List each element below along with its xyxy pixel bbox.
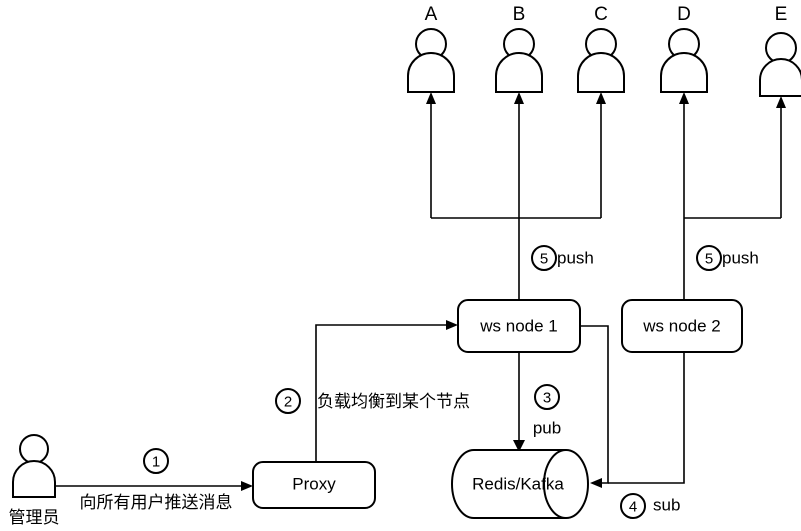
ws-node-2-label: ws node 2 <box>642 316 721 335</box>
connector-admin-to-proxy <box>55 481 253 491</box>
sub-path-node1 <box>580 325 609 484</box>
step-label-push-left: push <box>557 248 594 267</box>
step-marker-2: 2 负载均衡到某个节点 <box>275 388 470 414</box>
user-actor-e: E <box>759 4 801 97</box>
node-box-ws-node-2[interactable]: ws node 2 <box>621 299 743 353</box>
arrowhead-to-user-a <box>426 92 436 104</box>
user-label-a: A <box>425 4 438 25</box>
admin-head-icon <box>19 434 49 464</box>
arrowhead-to-user-e <box>776 96 786 108</box>
user-actor-a: A <box>407 4 455 93</box>
arrowhead-to-proxy <box>241 481 253 491</box>
arrowhead-to-user-c <box>596 92 606 104</box>
step-marker-3: 3 pub <box>533 384 561 437</box>
user-actor-d: D <box>660 4 708 93</box>
push-connector-node1-to-users <box>426 92 606 300</box>
arrowhead-to-ws-node-1 <box>446 320 458 330</box>
user-body-icon-d <box>660 52 708 93</box>
arrowhead-to-user-b <box>514 92 524 104</box>
user-body-icon-e <box>759 58 801 97</box>
user-label-c: C <box>594 4 608 25</box>
step-marker-1: 1 向所有用户推送消息 <box>80 448 233 513</box>
push-connector-node2-to-users <box>679 92 786 300</box>
step-number-5-left: 5 <box>540 251 548 268</box>
user-label-d: D <box>677 4 691 25</box>
datastore-broker[interactable]: Redis/Kafka <box>451 449 589 519</box>
admin-body-icon <box>12 460 56 498</box>
admin-actor: 管理员 <box>9 434 60 528</box>
step-marker-5-left: 5 push <box>531 245 594 271</box>
step-marker-5-right: 5 push <box>696 245 759 271</box>
step-marker-4: 4 sub <box>620 493 680 519</box>
proxy-label: Proxy <box>292 474 336 493</box>
user-label-e: E <box>775 4 788 25</box>
admin-label: 管理员 <box>9 508 60 528</box>
step-label-push-right: push <box>722 248 759 267</box>
user-body-icon-b <box>495 52 543 93</box>
user-body-icon-c <box>577 52 625 93</box>
step-label-sub: sub <box>653 495 680 514</box>
step-number-1: 1 <box>152 454 160 471</box>
node-box-ws-node-1[interactable]: ws node 1 <box>457 299 581 353</box>
step-number-5-right: 5 <box>705 251 713 268</box>
arrowhead-to-user-d <box>679 92 689 104</box>
user-label-b: B <box>513 4 526 25</box>
architecture-diagram: A B C D E 5 push 5 push ws node 1 ws nod… <box>9 4 801 528</box>
ws-node-1-label: ws node 1 <box>479 316 558 335</box>
step-label-load-balance: 负载均衡到某个节点 <box>317 392 470 412</box>
user-body-icon-a <box>407 52 455 93</box>
step-number-4: 4 <box>629 499 637 516</box>
step-label-broadcast: 向所有用户推送消息 <box>80 493 233 513</box>
step-label-pub: pub <box>533 418 561 437</box>
sub-path-node2 <box>608 352 685 484</box>
step-number-2: 2 <box>284 394 292 411</box>
connector-proxy-to-ws-node-1 <box>315 320 458 462</box>
node-box-proxy[interactable]: Proxy <box>252 461 376 509</box>
arrowhead-sub-to-broker <box>590 478 602 488</box>
diagram-canvas: A B C D E 5 push 5 push ws node 1 ws nod… <box>0 0 801 531</box>
step-number-3: 3 <box>543 390 551 407</box>
broker-label: Redis/Kafka <box>472 474 564 493</box>
user-actor-c: C <box>577 4 625 93</box>
connector-ws-node-1-to-broker <box>513 352 525 452</box>
user-actor-b: B <box>495 4 543 93</box>
